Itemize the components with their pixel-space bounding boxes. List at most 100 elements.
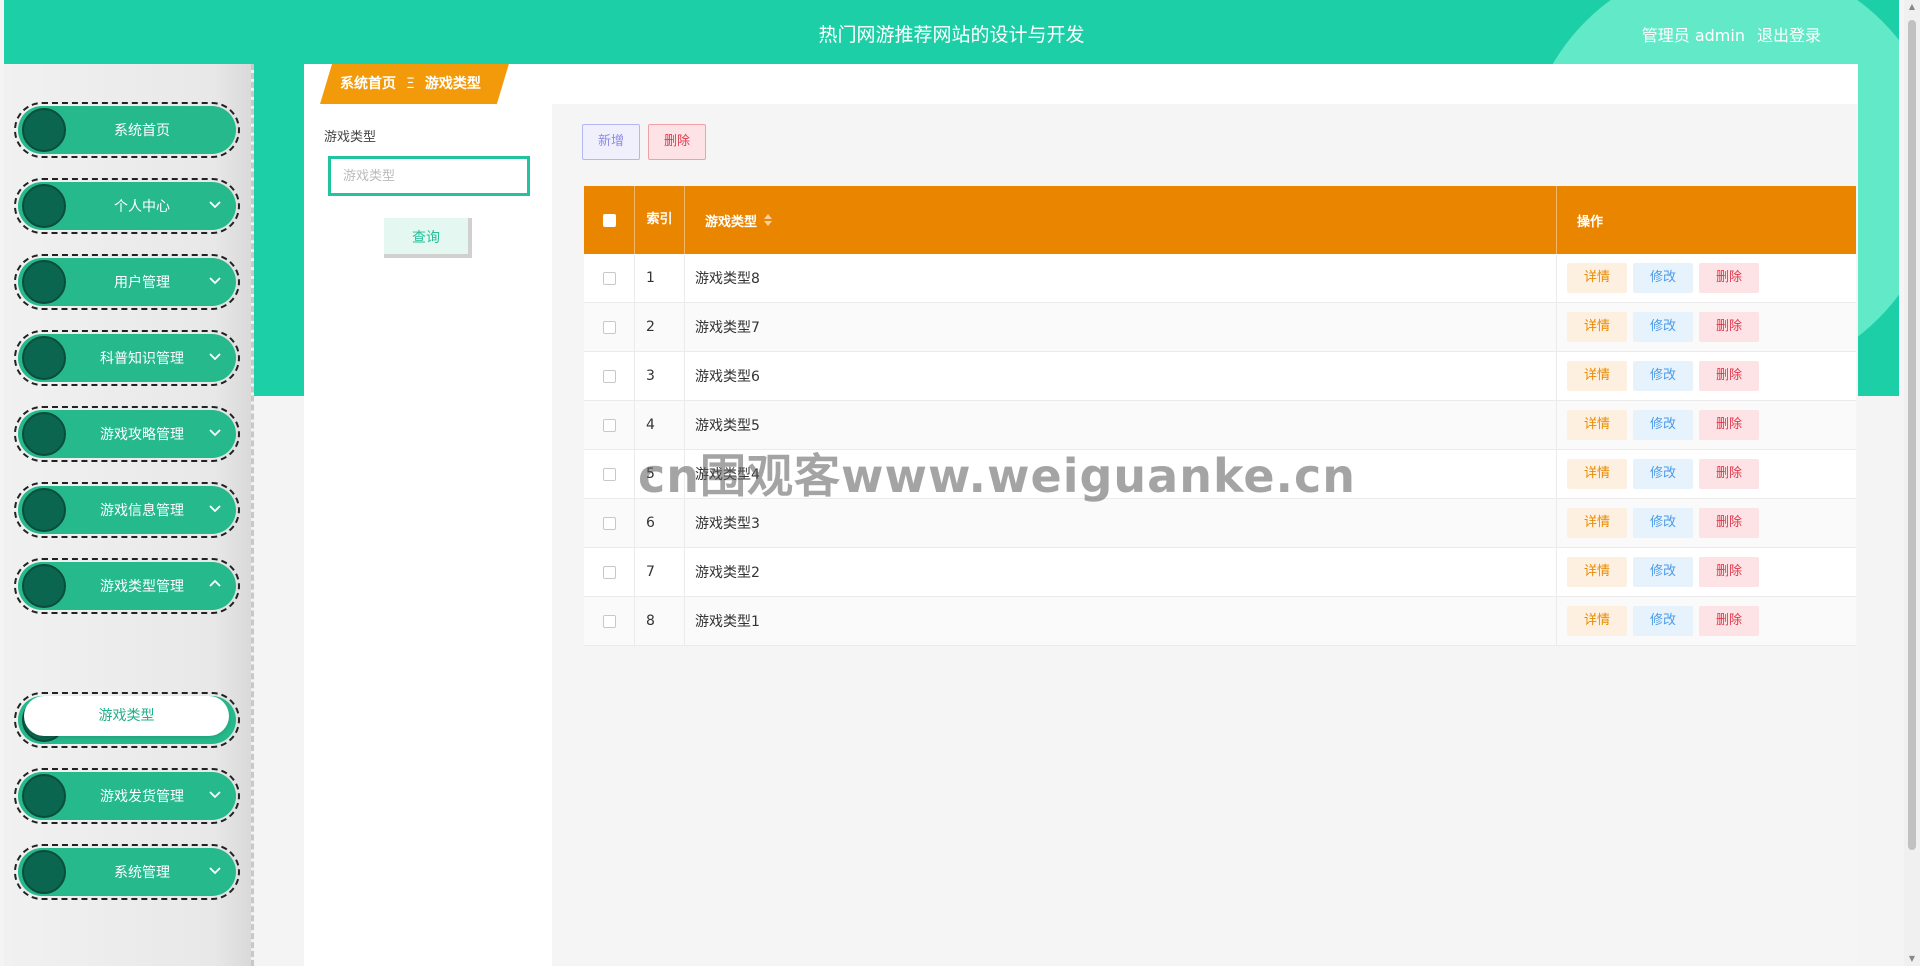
app-title: 热门网游推荐网站的设计与开发 [818,24,1085,46]
edit-button[interactable]: 修改 [1633,361,1693,391]
table-row: 1 游戏类型8 详情 修改 删除 [584,254,1856,303]
sidebar-item-home[interactable]: 系统首页 [14,102,240,158]
detail-button[interactable]: 详情 [1567,557,1627,587]
sidebar-item-label: 科普知识管理 [100,351,184,367]
sidebar-item-game-type[interactable]: 游戏类型管理 [14,558,240,614]
detail-button[interactable]: 详情 [1567,508,1627,538]
row-index: 2 [635,303,685,351]
row-checkbox[interactable] [602,271,616,285]
sidebar-item-users[interactable]: 用户管理 [14,254,240,310]
sidebar-item-pill: 系统管理 [18,848,236,896]
search-panel: 游戏类型 查询 [304,104,552,966]
game-type-search-input[interactable] [328,156,530,196]
row-index: 8 [635,597,685,645]
top-header: 热门网游推荐网站的设计与开发 管理员 admin 退出登录 [4,0,1899,64]
detail-button[interactable]: 详情 [1567,312,1627,342]
edit-button[interactable]: 修改 [1633,312,1693,342]
main-card: 系统首页 Ξ 游戏类型 游戏类型 查询 新增 删除 索引 游戏类型 操作 [304,64,1858,966]
breadcrumb-separator: Ξ [406,76,415,92]
add-button[interactable]: 新增 [582,124,640,160]
delete-button[interactable]: 删除 [1699,606,1759,636]
edit-button[interactable]: 修改 [1633,459,1693,489]
row-select-cell [584,254,635,302]
scroll-thumb[interactable] [1908,20,1916,850]
detail-button[interactable]: 详情 [1567,410,1627,440]
delete-button[interactable]: 删除 [1699,459,1759,489]
sidebar-item-label: 游戏类型管理 [100,579,184,595]
admin-label: 管理员 admin [1641,26,1745,45]
sidebar-item-label: 系统首页 [114,123,170,139]
sidebar-item-label: 游戏发货管理 [100,789,184,805]
watermark-text: cn围观客www.weiguanke.cn [638,449,1357,503]
row-checkbox[interactable] [602,320,616,334]
edit-button[interactable]: 修改 [1633,263,1693,293]
select-all-checkbox[interactable] [602,213,616,227]
scroll-up-arrow-icon[interactable]: ▲ [1907,2,1917,12]
sidebar-item-pill: 游戏攻略管理 [18,410,236,458]
sidebar-subitem-game-type[interactable]: 游戏类型 [24,696,229,736]
row-checkbox[interactable] [602,516,616,530]
page-scrollbar[interactable]: ▲ ▼ [1904,0,1920,966]
breadcrumb-home[interactable]: 系统首页 [340,76,396,92]
detail-button[interactable]: 详情 [1567,606,1627,636]
header-name[interactable]: 游戏类型 [685,186,1557,254]
table-row: 3 游戏类型6 详情 修改 删除 [584,352,1856,401]
sidebar-item-guides[interactable]: 游戏攻略管理 [14,406,240,462]
delete-button[interactable]: 删除 [1699,263,1759,293]
table-header: 索引 游戏类型 操作 [584,186,1856,254]
header-index: 索引 [635,186,685,254]
batch-delete-button[interactable]: 删除 [648,124,706,160]
delete-button[interactable]: 删除 [1699,557,1759,587]
delete-button[interactable]: 删除 [1699,508,1759,538]
delete-button[interactable]: 删除 [1699,410,1759,440]
nav-dot-icon [22,412,66,456]
row-checkbox[interactable] [602,467,616,481]
sidebar-item-pill: 游戏信息管理 [18,486,236,534]
sidebar-item-science[interactable]: 科普知识管理 [14,330,240,386]
detail-button[interactable]: 详情 [1567,361,1627,391]
nav-dot-icon [22,184,66,228]
row-checkbox[interactable] [602,614,616,628]
sidebar-item-pill: 用户管理 [18,258,236,306]
sidebar-item-profile[interactable]: 个人中心 [14,178,240,234]
chevron-down-icon [209,277,221,285]
sidebar-item-system[interactable]: 系统管理 [14,844,240,900]
header-ops-label: 操作 [1577,214,1604,230]
sidebar-item-game-info[interactable]: 游戏信息管理 [14,482,240,538]
game-type-table: 索引 游戏类型 操作 1 游戏类型8 详情 修改 删除 2 游戏类型7 详情 修改 删除 3 游戏类型… [584,186,1856,646]
edit-button[interactable]: 修改 [1633,410,1693,440]
edit-button[interactable]: 修改 [1633,557,1693,587]
row-actions: 详情 修改 删除 [1557,597,1856,645]
row-game-type: 游戏类型1 [685,597,1557,645]
delete-button[interactable]: 删除 [1699,312,1759,342]
row-checkbox[interactable] [602,565,616,579]
detail-button[interactable]: 详情 [1567,459,1627,489]
chevron-down-icon [209,353,221,361]
sidebar-item-pill: 科普知识管理 [18,334,236,382]
table-row: 6 游戏类型3 详情 修改 删除 [584,499,1856,548]
detail-button[interactable]: 详情 [1567,263,1627,293]
row-select-cell [584,597,635,645]
scroll-down-arrow-icon[interactable]: ▼ [1907,954,1917,964]
edit-button[interactable]: 修改 [1633,508,1693,538]
nav-dot-icon [22,108,66,152]
sidebar-item-label: 个人中心 [114,199,170,215]
row-game-type: 游戏类型8 [685,254,1557,302]
row-actions: 详情 修改 删除 [1557,450,1856,498]
query-button[interactable]: 查询 [384,218,472,258]
row-checkbox[interactable] [602,369,616,383]
chevron-down-icon [209,201,221,209]
sidebar-item-pill: 系统首页 [18,106,236,154]
nav-dot-icon [22,260,66,304]
sidebar-item-pill: 游戏发货管理 [18,772,236,820]
row-select-cell [584,401,635,449]
breadcrumb: 系统首页 Ξ 游戏类型 [304,64,1858,104]
row-checkbox[interactable] [602,418,616,432]
row-actions: 详情 修改 删除 [1557,254,1856,302]
row-index: 7 [635,548,685,596]
delete-button[interactable]: 删除 [1699,361,1759,391]
sidebar-item-shipping[interactable]: 游戏发货管理 [14,768,240,824]
edit-button[interactable]: 修改 [1633,606,1693,636]
logout-link[interactable]: 退出登录 [1757,22,1821,46]
sort-icon[interactable] [763,213,773,227]
